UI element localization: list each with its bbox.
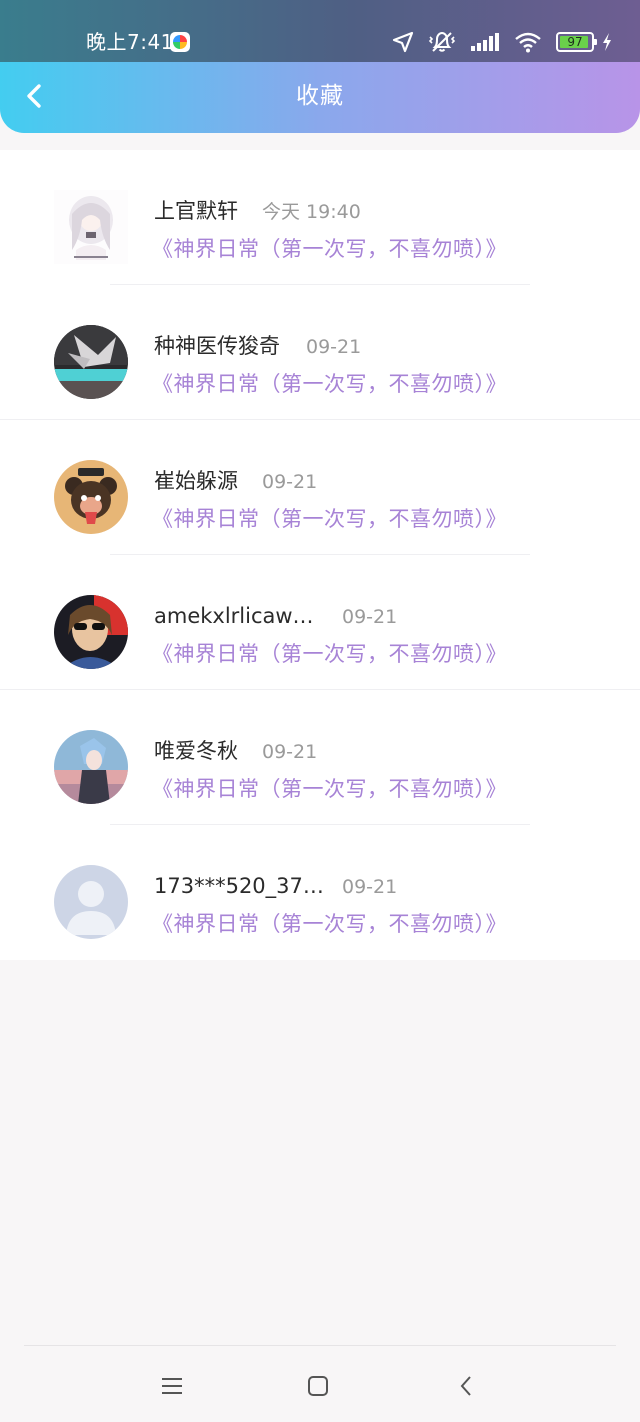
menu-icon — [162, 1378, 182, 1394]
post-title[interactable]: 《神界日常（第一次写，不喜勿喷）》 — [152, 639, 507, 669]
app-header: 晚上7:41 97 收藏 — [0, 0, 640, 133]
wifi-icon — [515, 32, 541, 53]
anime-girl-avatar[interactable] — [54, 190, 128, 264]
user-name: 上官默轩 — [154, 199, 238, 223]
sunglasses-person-avatar[interactable] — [54, 595, 128, 669]
back-arrow-icon — [460, 1376, 471, 1396]
post-title[interactable]: 《神界日常（第一次写，不喜勿喷）》 — [152, 774, 507, 804]
user-name: 种神医传狻奇 — [154, 334, 280, 358]
battery-level: 97 — [567, 35, 583, 49]
post-time: 今天 19:40 — [262, 201, 361, 223]
signal-bars-icon — [471, 33, 499, 51]
list-item[interactable]: 崔始躲源 09-21 《神界日常（第一次写，不喜勿喷）》 — [0, 420, 640, 555]
post-time: 09-21 — [262, 471, 318, 493]
post-time: 09-21 — [342, 876, 398, 898]
app-notification-icon — [170, 32, 190, 52]
post-time: 09-21 — [342, 606, 398, 628]
battery-icon: 97 — [556, 32, 597, 52]
home-square-icon — [308, 1376, 328, 1396]
post-time: 09-21 — [306, 336, 362, 358]
system-nav-bar — [0, 1346, 640, 1422]
location-arrow-icon — [392, 31, 414, 53]
anime-boy-avatar[interactable] — [54, 730, 128, 804]
user-name: 唯爱冬秋 — [154, 739, 238, 763]
post-title[interactable]: 《神界日常（第一次写，不喜勿喷）》 — [152, 909, 507, 939]
user-name: amekxlrlicaw… — [154, 604, 314, 628]
list-item[interactable]: 种神医传狻奇 09-21 《神界日常（第一次写，不喜勿喷）》 — [0, 285, 640, 420]
hand-photo-avatar[interactable] — [54, 325, 128, 399]
menu-button[interactable] — [154, 1368, 190, 1404]
page-title: 收藏 — [296, 83, 344, 109]
list-item[interactable]: 上官默轩 今天 19:40 《神界日常（第一次写，不喜勿喷）》 — [0, 150, 640, 285]
charging-bolt-icon — [603, 33, 611, 51]
list-item[interactable]: 173***520_37… 09-21 《神界日常（第一次写，不喜勿喷）》 — [0, 825, 640, 960]
default-person-avatar[interactable] — [54, 865, 128, 939]
list-item[interactable]: amekxlrlicaw… 09-21 《神界日常（第一次写，不喜勿喷）》 — [0, 555, 640, 690]
favorites-list: 上官默轩 今天 19:40 《神界日常（第一次写，不喜勿喷）》 种神医传狻奇 0… — [0, 150, 640, 960]
post-title[interactable]: 《神界日常（第一次写，不喜勿喷）》 — [152, 369, 507, 399]
back-nav-button[interactable] — [448, 1368, 484, 1404]
post-title[interactable]: 《神界日常（第一次写，不喜勿喷）》 — [152, 504, 507, 534]
cartoon-bear-avatar[interactable] — [54, 460, 128, 534]
list-item[interactable]: 唯爱冬秋 09-21 《神界日常（第一次写，不喜勿喷）》 — [0, 690, 640, 825]
user-name: 崔始躲源 — [154, 469, 238, 493]
status-icons: 97 — [392, 28, 612, 56]
post-title[interactable]: 《神界日常（第一次写，不喜勿喷）》 — [152, 234, 507, 264]
vibrate-mute-icon — [428, 31, 456, 52]
post-time: 09-21 — [262, 741, 318, 763]
home-button[interactable] — [300, 1368, 336, 1404]
user-name: 173***520_37… — [154, 874, 324, 898]
status-time: 晚上7:41 — [86, 30, 174, 54]
